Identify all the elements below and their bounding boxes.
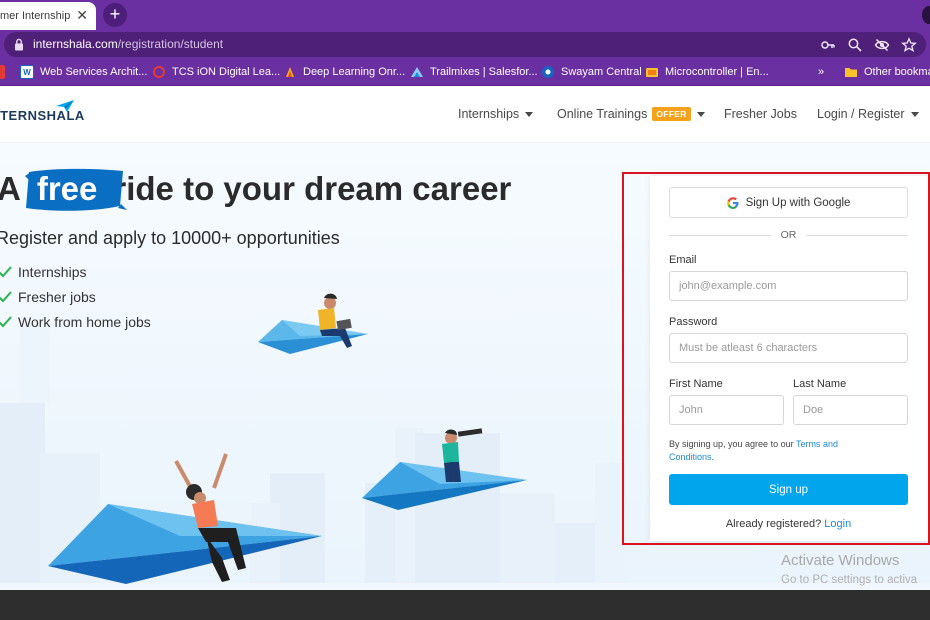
tab-close-icon[interactable]: ✕ <box>76 8 88 22</box>
browser-tab-active[interactable]: mer Internship ✕ <box>0 2 96 30</box>
first-name-field[interactable] <box>669 395 784 425</box>
bookmark-label: Trailmixes | Salesfor... <box>430 66 538 78</box>
terms-link-part1: Terms and <box>795 439 838 449</box>
paper-plane-illustration <box>48 293 527 584</box>
or-divider: OR <box>669 228 908 242</box>
caret-down-icon <box>696 111 705 117</box>
large-paper-plane <box>48 504 322 584</box>
bookmark-swayam[interactable]: Swayam Central <box>541 64 642 80</box>
hero-title: A free ride to your dream career <box>0 168 512 211</box>
tracking-blocked-eye-icon[interactable] <box>874 37 890 53</box>
bookmark-deep-learning[interactable]: Deep Learning Onr... <box>283 64 405 80</box>
bookmark-label: Deep Learning Onr... <box>303 66 406 78</box>
google-icon <box>726 196 739 209</box>
key-icon[interactable] <box>820 37 836 53</box>
zoom-icon[interactable] <box>847 37 863 53</box>
password-label: Password <box>669 316 718 328</box>
browser-toolbar: internshala.com/registration/student <box>0 30 930 59</box>
login-link[interactable]: Login <box>824 518 851 530</box>
nav-label: Online Trainings <box>557 107 648 121</box>
plus-icon: + <box>109 4 121 24</box>
google-signup-button[interactable]: Sign Up with Google <box>669 187 908 218</box>
nav-label: Fresher Jobs <box>724 107 797 121</box>
offer-badge: OFFER <box>652 107 691 121</box>
new-tab-button[interactable]: + <box>103 3 127 27</box>
microcontroller-icon <box>646 68 658 77</box>
hero-title-suffix: ride to your dream career <box>113 170 512 207</box>
bookmarks-bar: W Web Services Archit... TCS iON Digital… <box>0 59 930 86</box>
app-icon <box>0 65 5 79</box>
last-name-field[interactable] <box>793 395 908 425</box>
nav-label: Internships <box>458 107 520 121</box>
url-path: /registration/student <box>117 37 224 51</box>
hero-title-prefix: A <box>0 170 21 207</box>
chevron-double-right-icon: » <box>818 66 825 78</box>
already-registered-text: Already registered? Login <box>669 518 908 530</box>
medium-paper-plane <box>362 462 527 510</box>
bookmark-trailmixes[interactable]: Trailmixes | Salesfor... <box>410 64 538 80</box>
star-bookmark-icon[interactable] <box>901 37 917 53</box>
email-label: Email <box>669 254 697 266</box>
bookmark-apps[interactable] <box>0 64 11 80</box>
divider-line <box>669 234 771 236</box>
bookmark-microcontroller[interactable]: Microcontroller | En... <box>645 64 769 80</box>
divider-line <box>806 234 908 236</box>
web-page: ITERNSHALA Internships Online Trainings … <box>0 86 930 590</box>
nav-login-register[interactable]: Login / Register <box>817 107 919 121</box>
swayam-icon <box>542 66 554 78</box>
bookmark-web-services[interactable]: W Web Services Archit... <box>20 64 147 80</box>
sign-up-button[interactable]: Sign up <box>669 474 908 505</box>
hero-free-text: free <box>36 170 98 207</box>
email-field[interactable] <box>669 271 908 301</box>
tcs-icon <box>153 66 165 78</box>
terms-text: By signing up, you agree to our Terms an… <box>669 438 899 464</box>
url-text[interactable]: internshala.com/registration/student <box>33 37 223 51</box>
small-paper-plane <box>258 320 368 354</box>
site-navbar: ITERNSHALA Internships Online Trainings … <box>0 86 930 143</box>
bookmark-label: Web Services Archit... <box>40 66 148 78</box>
google-button-label: Sign Up with Google <box>745 196 851 209</box>
tab-title: mer Internship <box>0 10 71 22</box>
bookmarks-overflow-button[interactable]: » <box>818 64 824 80</box>
password-field[interactable] <box>669 333 908 363</box>
hero-title-highlight: free <box>24 168 127 211</box>
last-name-label: Last Name <box>793 378 847 390</box>
nav-online-trainings[interactable]: Online Trainings OFFER <box>557 107 705 121</box>
caret-down-icon <box>910 111 919 117</box>
bookmark-label: TCS iON Digital Lea... <box>172 66 281 78</box>
ws-icon: W <box>20 65 34 79</box>
trailhead-icon <box>411 67 423 77</box>
bookmark-label: Microcontroller | En... <box>665 66 769 78</box>
deeplearning-icon <box>286 67 294 77</box>
internshala-logo[interactable]: ITERNSHALA <box>0 108 85 123</box>
terms-prefix: By signing up, you agree to our <box>669 439 794 449</box>
bookmark-label: Other bookma <box>864 66 930 78</box>
bookmark-label: Swayam Central <box>561 66 642 78</box>
taskbar-strip <box>0 590 930 620</box>
nav-internships[interactable]: Internships <box>458 107 534 121</box>
nav-fresher-jobs[interactable]: Fresher Jobs <box>724 107 797 121</box>
or-text: OR <box>780 229 797 241</box>
address-bar[interactable]: internshala.com/registration/student <box>4 32 926 57</box>
first-name-label: First Name <box>669 378 723 390</box>
activate-windows-watermark: Activate Windows <box>781 552 900 569</box>
terms-suffix: . <box>711 452 715 462</box>
caret-down-icon <box>525 111 534 117</box>
signup-form-card: Sign Up with Google OR Email Password Fi… <box>650 176 930 541</box>
other-bookmarks[interactable]: Other bookma <box>844 64 930 80</box>
url-domain: internshala.com <box>33 37 118 51</box>
browser-tab-bar: mer Internship ✕ + <box>0 0 930 30</box>
bookmark-tcs-ion[interactable]: TCS iON Digital Lea... <box>152 64 280 80</box>
lock-icon <box>15 38 23 51</box>
nav-label: Login / Register <box>817 107 905 121</box>
already-registered-label: Already registered? <box>725 518 822 530</box>
terms-link-part2: Conditions <box>669 452 712 462</box>
folder-icon <box>845 68 857 77</box>
profile-avatar-icon[interactable] <box>922 6 930 24</box>
activate-windows-subtext: Go to PC settings to activa <box>781 574 918 586</box>
